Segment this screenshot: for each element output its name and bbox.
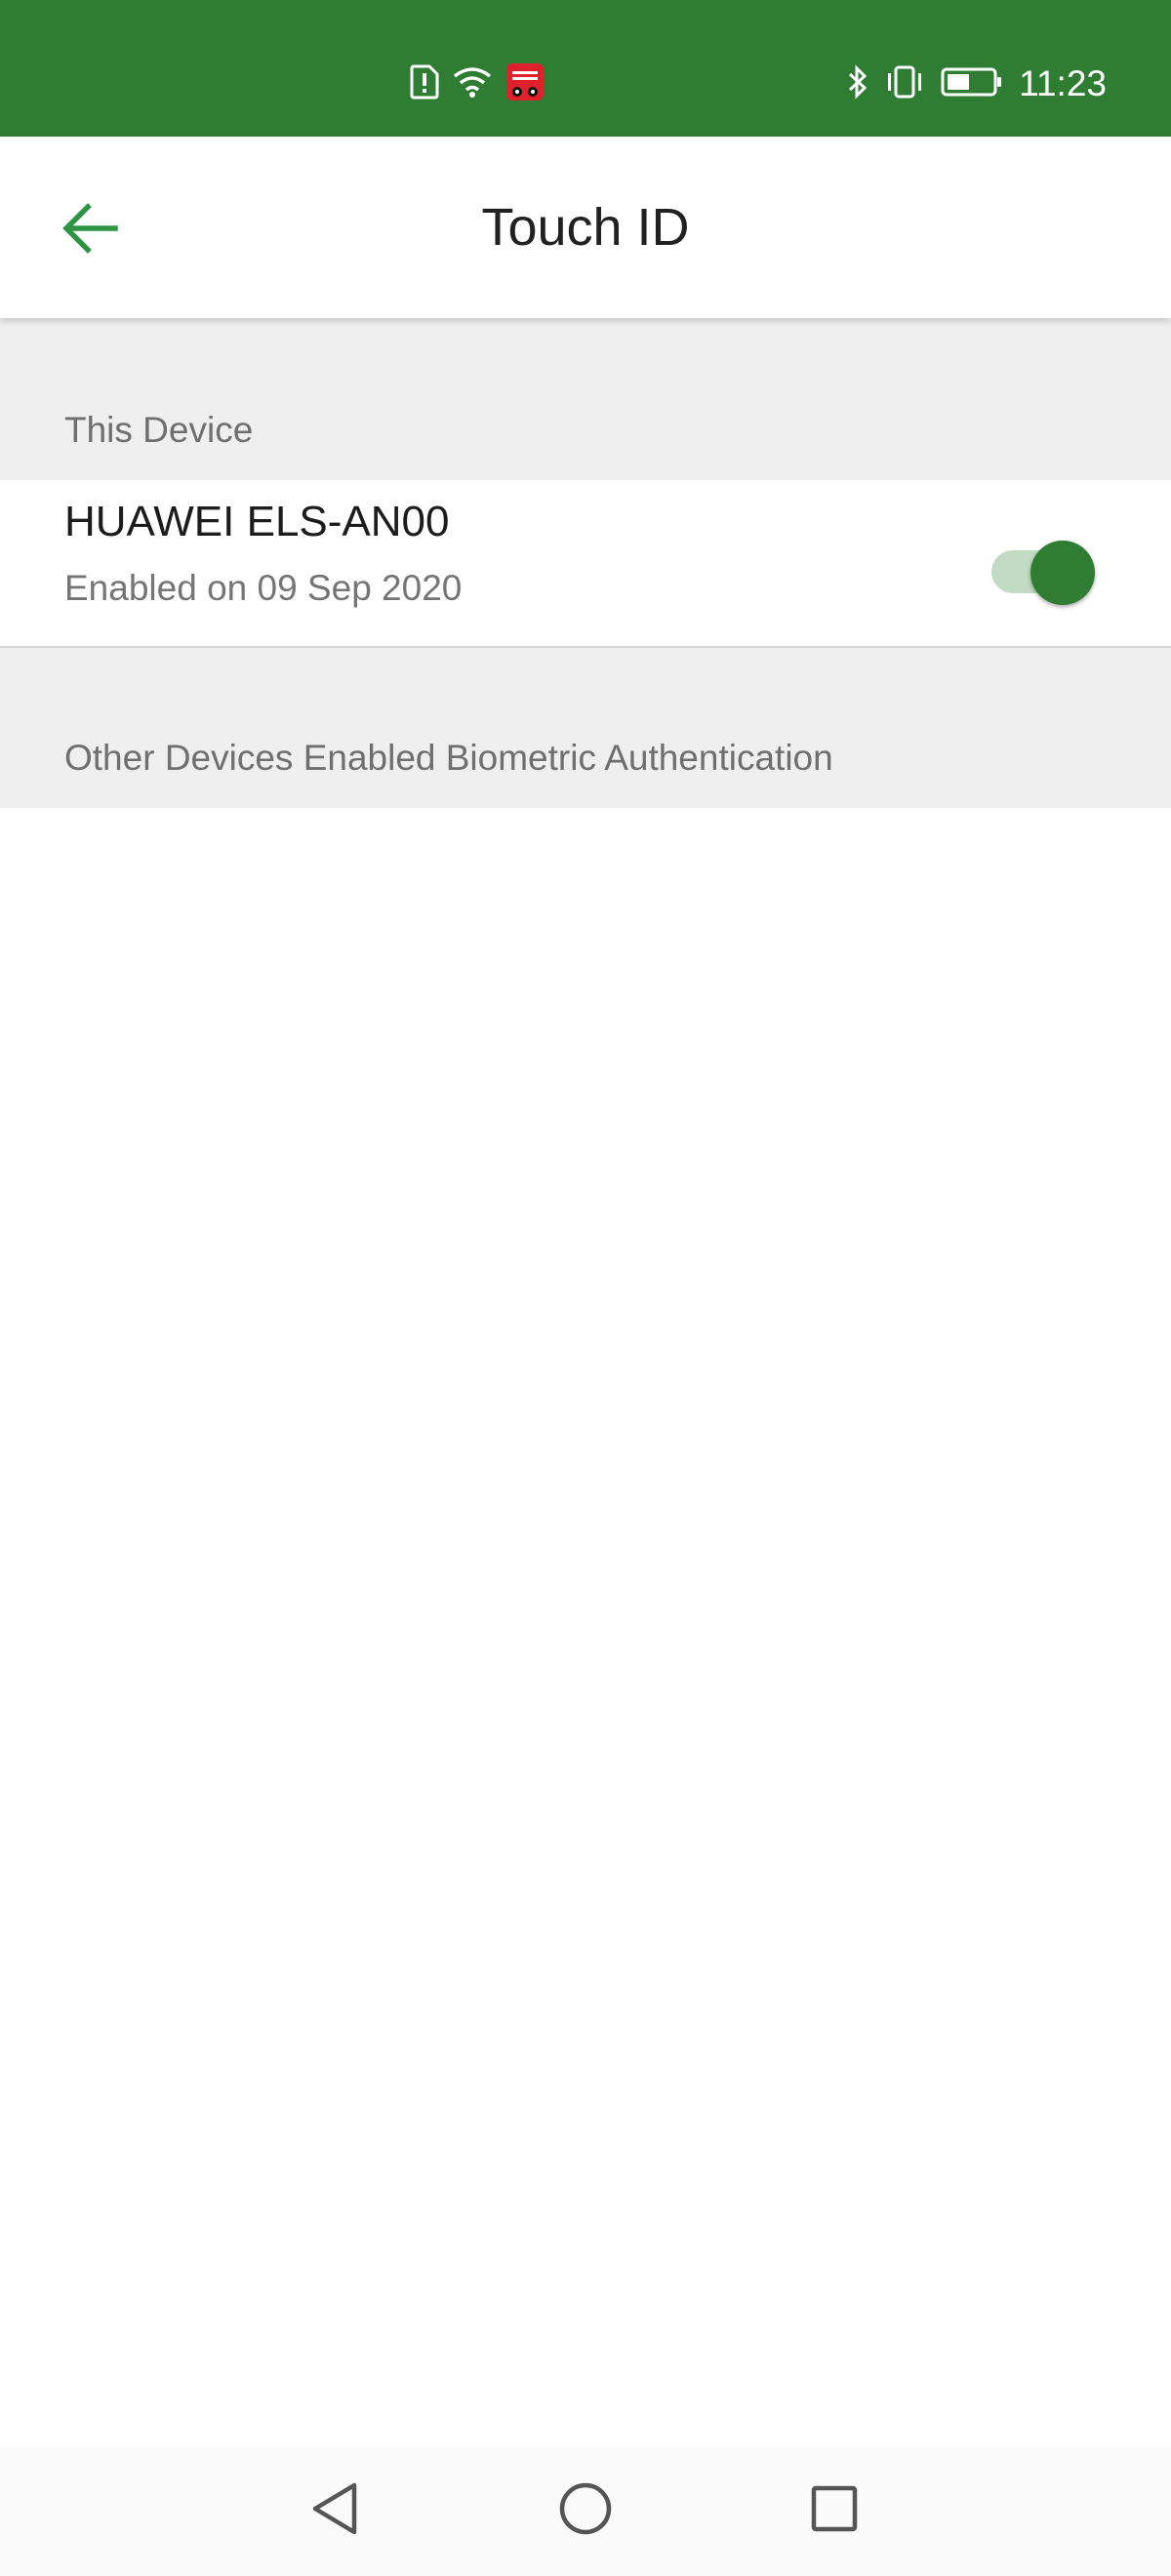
home-circle-icon [556,2479,615,2543]
status-system: 11:23 [847,62,1107,105]
biometric-toggle[interactable] [991,529,1097,605]
bluetooth-icon [847,63,868,104]
device-enabled-date: Enabled on 09 Sep 2020 [64,568,463,608]
tmall-app-icon [505,62,545,106]
recents-square-icon [807,2481,862,2541]
sim-alert-icon [410,64,439,104]
system-nav-bar [0,2447,1171,2576]
wifi-icon [453,66,492,102]
back-triangle-icon [307,2479,362,2543]
device-row: HUAWEI ELS-AN00 Enabled on 09 Sep 2020 [0,480,1171,646]
vibrate-icon [884,64,925,104]
app-bar: Touch ID [0,137,1171,318]
status-time: 11:23 [1019,63,1107,103]
nav-recents-button[interactable] [790,2467,878,2555]
device-name: HUAWEI ELS-AN00 [64,498,450,545]
nav-back-button[interactable] [291,2467,379,2555]
page-title: Touch ID [481,198,690,257]
toggle-thumb [1030,541,1095,605]
section-title: Other Devices Enabled Biometric Authenti… [64,738,833,778]
status-notifications [410,62,545,106]
section-header-this-device: This Device [0,318,1171,480]
battery-icon [941,66,1003,102]
status-bar: 11:23 [0,0,1171,137]
nav-home-button[interactable] [542,2467,629,2555]
section-header-other-devices: Other Devices Enabled Biometric Authenti… [0,646,1171,808]
section-title: This Device [64,410,254,450]
